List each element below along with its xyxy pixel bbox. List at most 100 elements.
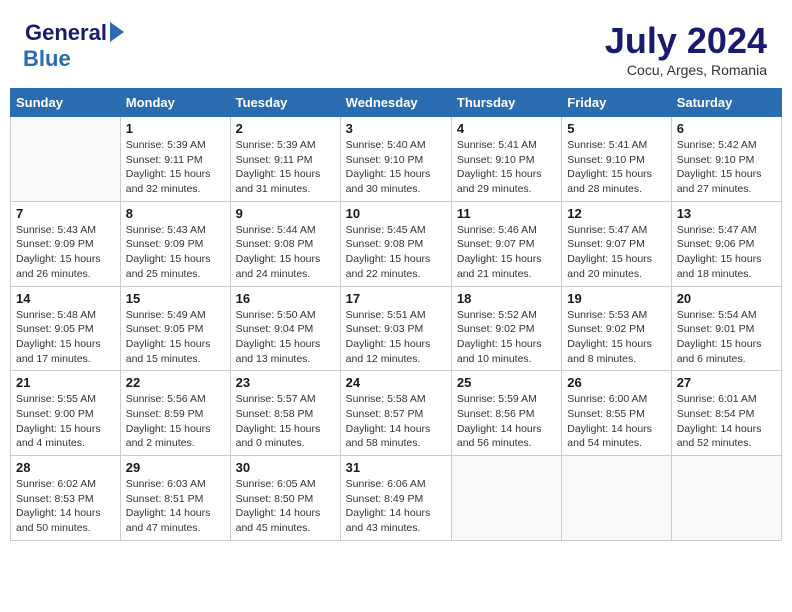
calendar-cell: 8 Sunrise: 5:43 AM Sunset: 9:09 PM Daylig… — [120, 201, 230, 286]
day-info: Sunrise: 5:43 AM Sunset: 9:09 PM Dayligh… — [126, 223, 225, 282]
day-number: 15 — [126, 291, 225, 306]
day-number: 8 — [126, 206, 225, 221]
calendar-week-3: 14Sunrise: 5:48 AM Sunset: 9:05 PM Dayli… — [11, 286, 782, 371]
day-info: Sunrise: 6:02 AM Sunset: 8:53 PM Dayligh… — [16, 477, 115, 536]
calendar-header-row: SundayMondayTuesdayWednesdayThursdayFrid… — [11, 89, 782, 117]
calendar-cell: 28 Sunrise: 6:02 AM Sunset: 8:53 PM Dayli… — [11, 456, 121, 541]
day-info: Sunrise: 5:44 AM Sunset: 9:08 PM Dayligh… — [236, 223, 335, 282]
calendar-cell: 18 Sunrise: 5:52 AM Sunset: 9:02 PM Dayli… — [451, 286, 561, 371]
day-number: 1 — [126, 121, 225, 136]
weekday-header-friday: Friday — [562, 89, 671, 117]
calendar-cell — [671, 456, 781, 541]
day-info: Sunrise: 5:45 AM Sunset: 9:08 PM Dayligh… — [346, 223, 446, 282]
calendar-cell: 26 Sunrise: 6:00 AM Sunset: 8:55 PM Dayli… — [562, 371, 671, 456]
day-number: 12 — [567, 206, 665, 221]
calendar-cell: 12 Sunrise: 5:47 AM Sunset: 9:07 PM Dayli… — [562, 201, 671, 286]
day-number: 21 — [16, 375, 115, 390]
calendar-cell: 5 Sunrise: 5:41 AM Sunset: 9:10 PM Daylig… — [562, 117, 671, 202]
day-number: 13 — [677, 206, 776, 221]
day-number: 18 — [457, 291, 556, 306]
calendar-cell: 17Sunrise: 5:51 AM Sunset: 9:03 PM Dayli… — [340, 286, 451, 371]
day-number: 6 — [677, 121, 776, 136]
calendar-cell — [11, 117, 121, 202]
calendar-cell: 2 Sunrise: 5:39 AM Sunset: 9:11 PM Daylig… — [230, 117, 340, 202]
day-info: Sunrise: 5:49 AM Sunset: 9:05 PM Dayligh… — [126, 308, 225, 367]
day-number: 19 — [567, 291, 665, 306]
day-number: 31 — [346, 460, 446, 475]
day-number: 16 — [236, 291, 335, 306]
day-number: 14 — [16, 291, 115, 306]
day-info: Sunrise: 6:05 AM Sunset: 8:50 PM Dayligh… — [236, 477, 335, 536]
calendar-table: SundayMondayTuesdayWednesdayThursdayFrid… — [10, 88, 782, 541]
day-info: Sunrise: 5:40 AM Sunset: 9:10 PM Dayligh… — [346, 138, 446, 197]
calendar-cell: 3 Sunrise: 5:40 AM Sunset: 9:10 PM Daylig… — [340, 117, 451, 202]
weekday-header-thursday: Thursday — [451, 89, 561, 117]
day-info: Sunrise: 6:06 AM Sunset: 8:49 PM Dayligh… — [346, 477, 446, 536]
day-number: 30 — [236, 460, 335, 475]
logo: General Blue — [25, 20, 124, 72]
calendar-cell: 20Sunrise: 5:54 AM Sunset: 9:01 PM Dayli… — [671, 286, 781, 371]
day-info: Sunrise: 5:41 AM Sunset: 9:10 PM Dayligh… — [457, 138, 556, 197]
day-number: 28 — [16, 460, 115, 475]
day-info: Sunrise: 5:50 AM Sunset: 9:04 PM Dayligh… — [236, 308, 335, 367]
calendar-week-5: 28 Sunrise: 6:02 AM Sunset: 8:53 PM Dayli… — [11, 456, 782, 541]
calendar-cell: 7 Sunrise: 5:43 AM Sunset: 9:09 PM Daylig… — [11, 201, 121, 286]
weekday-header-saturday: Saturday — [671, 89, 781, 117]
day-info: Sunrise: 5:57 AM Sunset: 8:58 PM Dayligh… — [236, 392, 335, 451]
day-number: 7 — [16, 206, 115, 221]
page-header: General Blue July 2024 Cocu, Arges, Roma… — [10, 10, 782, 83]
day-number: 20 — [677, 291, 776, 306]
weekday-header-monday: Monday — [120, 89, 230, 117]
day-number: 2 — [236, 121, 335, 136]
day-info: Sunrise: 5:41 AM Sunset: 9:10 PM Dayligh… — [567, 138, 665, 197]
day-number: 3 — [346, 121, 446, 136]
day-number: 5 — [567, 121, 665, 136]
day-info: Sunrise: 5:39 AM Sunset: 9:11 PM Dayligh… — [236, 138, 335, 197]
calendar-cell: 16 Sunrise: 5:50 AM Sunset: 9:04 PM Dayli… — [230, 286, 340, 371]
calendar-cell — [451, 456, 561, 541]
day-number: 11 — [457, 206, 556, 221]
calendar-cell: 10Sunrise: 5:45 AM Sunset: 9:08 PM Dayli… — [340, 201, 451, 286]
location-subtitle: Cocu, Arges, Romania — [605, 62, 767, 78]
day-info: Sunrise: 5:52 AM Sunset: 9:02 PM Dayligh… — [457, 308, 556, 367]
calendar-cell — [562, 456, 671, 541]
logo-general-text: General — [25, 20, 107, 46]
weekday-header-sunday: Sunday — [11, 89, 121, 117]
day-info: Sunrise: 6:00 AM Sunset: 8:55 PM Dayligh… — [567, 392, 665, 451]
day-number: 23 — [236, 375, 335, 390]
day-info: Sunrise: 5:56 AM Sunset: 8:59 PM Dayligh… — [126, 392, 225, 451]
day-info: Sunrise: 5:58 AM Sunset: 8:57 PM Dayligh… — [346, 392, 446, 451]
calendar-cell: 4Sunrise: 5:41 AM Sunset: 9:10 PM Daylig… — [451, 117, 561, 202]
day-info: Sunrise: 5:51 AM Sunset: 9:03 PM Dayligh… — [346, 308, 446, 367]
calendar-week-2: 7 Sunrise: 5:43 AM Sunset: 9:09 PM Daylig… — [11, 201, 782, 286]
calendar-cell: 15 Sunrise: 5:49 AM Sunset: 9:05 PM Dayli… — [120, 286, 230, 371]
day-number: 25 — [457, 375, 556, 390]
day-number: 26 — [567, 375, 665, 390]
calendar-cell: 27 Sunrise: 6:01 AM Sunset: 8:54 PM Dayli… — [671, 371, 781, 456]
day-info: Sunrise: 5:46 AM Sunset: 9:07 PM Dayligh… — [457, 223, 556, 282]
day-info: Sunrise: 5:39 AM Sunset: 9:11 PM Dayligh… — [126, 138, 225, 197]
calendar-cell: 30 Sunrise: 6:05 AM Sunset: 8:50 PM Dayli… — [230, 456, 340, 541]
calendar-cell: 6Sunrise: 5:42 AM Sunset: 9:10 PM Daylig… — [671, 117, 781, 202]
weekday-header-wednesday: Wednesday — [340, 89, 451, 117]
calendar-cell: 9Sunrise: 5:44 AM Sunset: 9:08 PM Daylig… — [230, 201, 340, 286]
calendar-cell: 11 Sunrise: 5:46 AM Sunset: 9:07 PM Dayli… — [451, 201, 561, 286]
calendar-cell: 29Sunrise: 6:03 AM Sunset: 8:51 PM Dayli… — [120, 456, 230, 541]
day-info: Sunrise: 5:59 AM Sunset: 8:56 PM Dayligh… — [457, 392, 556, 451]
calendar-week-1: 1 Sunrise: 5:39 AM Sunset: 9:11 PM Daylig… — [11, 117, 782, 202]
day-number: 27 — [677, 375, 776, 390]
calendar-cell: 1 Sunrise: 5:39 AM Sunset: 9:11 PM Daylig… — [120, 117, 230, 202]
calendar-cell: 19Sunrise: 5:53 AM Sunset: 9:02 PM Dayli… — [562, 286, 671, 371]
day-info: Sunrise: 5:47 AM Sunset: 9:07 PM Dayligh… — [567, 223, 665, 282]
logo-blue-text: Blue — [23, 46, 71, 72]
calendar-cell: 14Sunrise: 5:48 AM Sunset: 9:05 PM Dayli… — [11, 286, 121, 371]
calendar-cell: 13Sunrise: 5:47 AM Sunset: 9:06 PM Dayli… — [671, 201, 781, 286]
weekday-header-tuesday: Tuesday — [230, 89, 340, 117]
calendar-week-4: 21Sunrise: 5:55 AM Sunset: 9:00 PM Dayli… — [11, 371, 782, 456]
day-info: Sunrise: 6:01 AM Sunset: 8:54 PM Dayligh… — [677, 392, 776, 451]
day-info: Sunrise: 6:03 AM Sunset: 8:51 PM Dayligh… — [126, 477, 225, 536]
calendar-cell: 25 Sunrise: 5:59 AM Sunset: 8:56 PM Dayli… — [451, 371, 561, 456]
calendar-cell: 31 Sunrise: 6:06 AM Sunset: 8:49 PM Dayli… — [340, 456, 451, 541]
day-number: 22 — [126, 375, 225, 390]
day-info: Sunrise: 5:43 AM Sunset: 9:09 PM Dayligh… — [16, 223, 115, 282]
